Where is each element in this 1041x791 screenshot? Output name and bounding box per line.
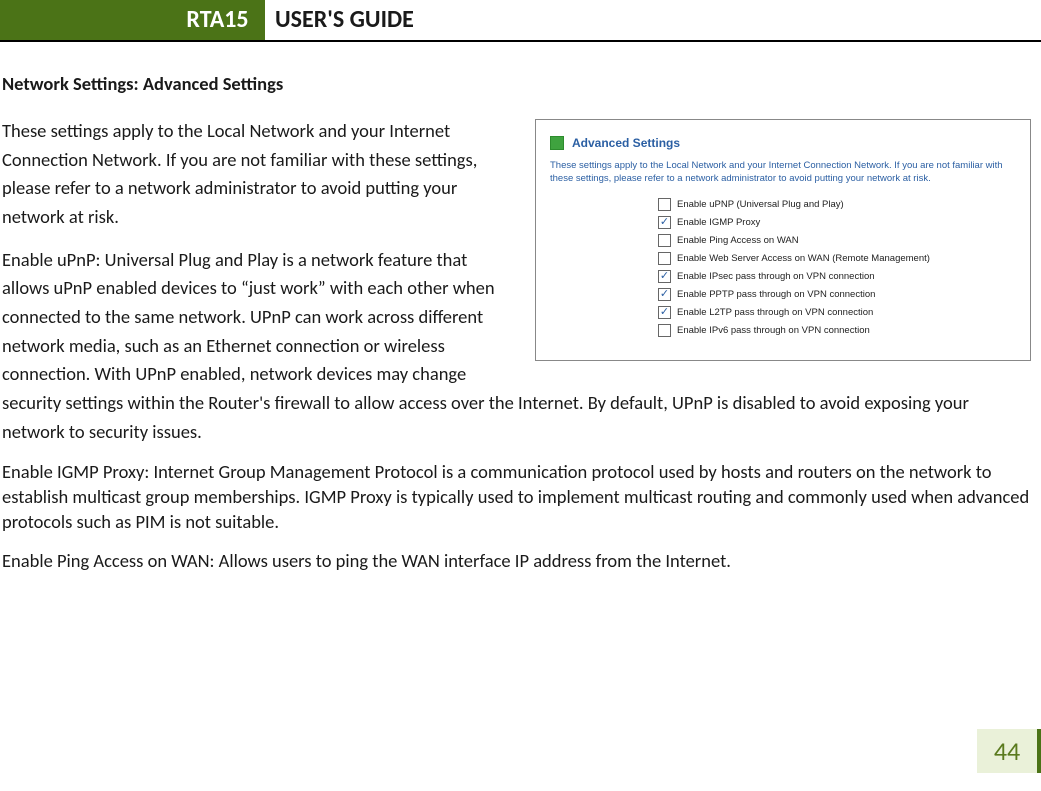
checkbox-icon[interactable] [658,234,671,247]
checkbox-icon[interactable] [658,324,671,337]
page-number-badge: 44 [977,729,1041,773]
option-label: Enable IPv6 pass through on VPN connecti… [677,325,870,336]
advanced-settings-screenshot: Advanced Settings These settings apply t… [535,119,1031,361]
option-ipsec-passthrough: ✓ Enable IPsec pass through on VPN connec… [658,268,1018,286]
option-label: Enable L2TP pass through on VPN connecti… [677,307,873,318]
checkbox-icon[interactable]: ✓ [658,306,671,319]
page-number: 44 [994,735,1020,767]
header-title: USER'S GUIDE [275,0,414,40]
option-l2tp-passthrough: ✓ Enable L2TP pass through on VPN connect… [658,304,1018,322]
checkbox-icon[interactable]: ✓ [658,216,671,229]
page-body: Network Settings: Advanced Settings Adva… [0,42,1041,588]
option-label: Enable IGMP Proxy [677,217,760,228]
option-pptp-passthrough: ✓ Enable PPTP pass through on VPN connect… [658,286,1018,304]
title-marker-icon [550,136,564,150]
option-label: Enable IPsec pass through on VPN connect… [677,271,875,282]
screenshot-title: Advanced Settings [572,136,680,150]
header-accent-bar [0,0,170,40]
option-upnp: Enable uPNP (Universal Plug and Play) [658,196,1018,214]
section-title: Network Settings: Advanced Settings [2,72,1031,95]
option-ping-wan: Enable Ping Access on WAN [658,232,1018,250]
option-ipv6-passthrough: Enable IPv6 pass through on VPN connecti… [658,322,1018,340]
screenshot-options-list: Enable uPNP (Universal Plug and Play) ✓ E… [658,196,1018,340]
screenshot-title-row: Advanced Settings [550,136,1018,150]
checkbox-icon[interactable] [658,198,671,211]
option-label: Enable uPNP (Universal Plug and Play) [677,199,844,210]
paragraph-igmp: Enable IGMP Proxy: Internet Group Manage… [2,460,1031,535]
checkbox-icon[interactable] [658,252,671,265]
paragraph-ping: Enable Ping Access on WAN: Allows users … [2,549,1031,574]
option-label: Enable PPTP pass through on VPN connecti… [677,289,875,300]
checkbox-icon[interactable]: ✓ [658,270,671,283]
option-web-server-wan: Enable Web Server Access on WAN (Remote … [658,250,1018,268]
page-header: RTA15 USER'S GUIDE [0,0,1041,42]
option-label: Enable Web Server Access on WAN (Remote … [677,253,930,264]
checkbox-icon[interactable]: ✓ [658,288,671,301]
header-badge: RTA15 [170,0,265,40]
screenshot-description: These settings apply to the Local Networ… [550,160,1018,186]
option-igmp-proxy: ✓ Enable IGMP Proxy [658,214,1018,232]
option-label: Enable Ping Access on WAN [677,235,799,246]
